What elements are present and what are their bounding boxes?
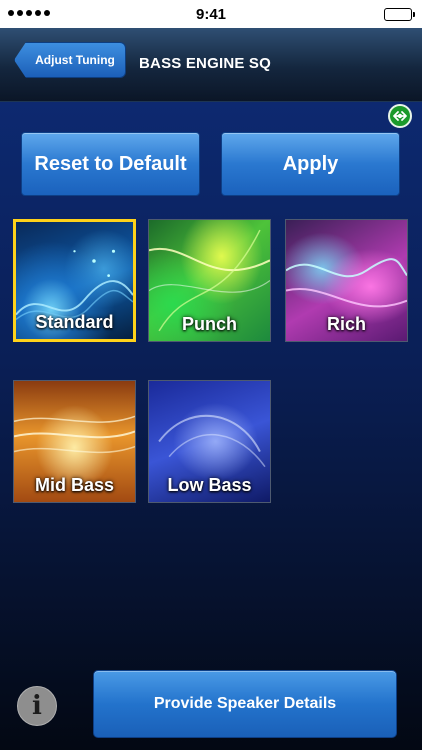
preset-punch[interactable]: Punch [148, 219, 271, 342]
apply-button[interactable]: Apply [221, 132, 400, 196]
provide-speaker-details-button[interactable]: Provide Speaker Details [93, 670, 397, 738]
signal-dots-icon [8, 10, 50, 16]
info-icon[interactable]: i [17, 686, 57, 726]
preset-mid-bass[interactable]: Mid Bass [13, 380, 136, 503]
back-button[interactable]: Adjust Tuning [14, 42, 126, 78]
battery-icon [384, 8, 415, 21]
reset-to-default-button[interactable]: Reset to Default [21, 132, 200, 196]
status-time: 9:41 [195, 5, 227, 23]
connection-status-icon [388, 104, 412, 128]
preset-low-bass[interactable]: Low Bass [148, 380, 271, 503]
preset-label: Low Bass [167, 475, 252, 495]
preset-label: Standard [35, 312, 114, 332]
preset-label: Punch [181, 314, 237, 334]
preset-label: Mid Bass [34, 475, 115, 495]
page-title: BASS ENGINE SQ [139, 55, 271, 72]
main-content: Reset to Default Apply Standard Punch Ri… [0, 102, 422, 750]
preset-label: Rich [326, 314, 366, 334]
navigation-bar: Adjust Tuning BASS ENGINE SQ [0, 28, 422, 102]
preset-rich[interactable]: Rich [285, 219, 408, 342]
status-bar: 9:41 [0, 0, 422, 28]
preset-standard[interactable]: Standard [13, 219, 136, 342]
